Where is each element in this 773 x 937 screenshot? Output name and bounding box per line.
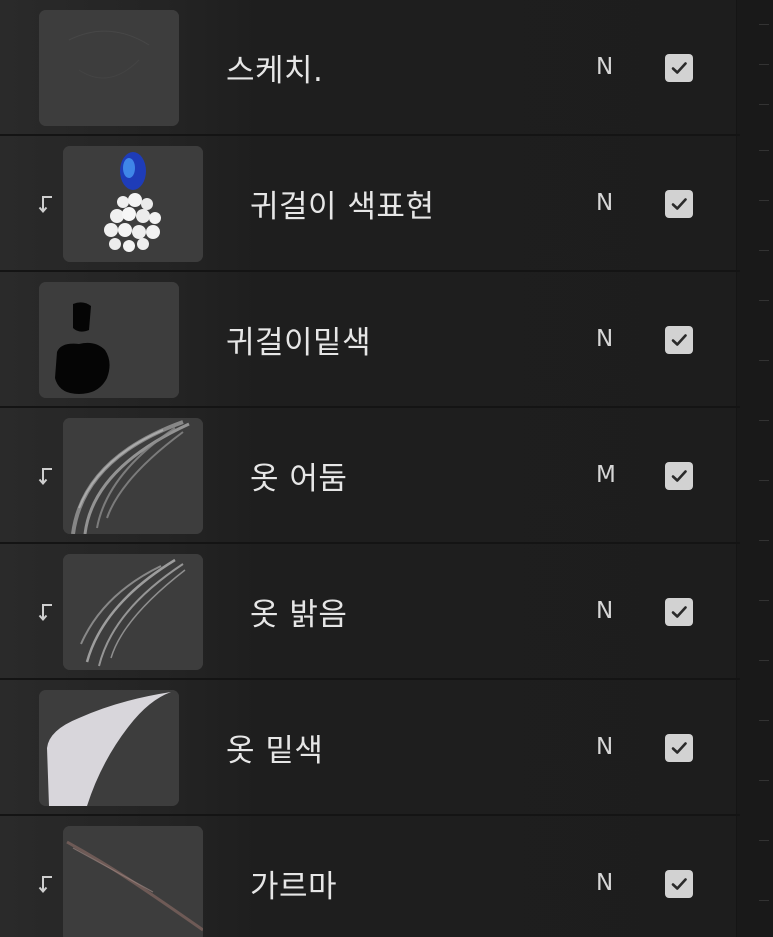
layer-thumbnail[interactable] [39, 690, 179, 806]
checkmark-icon [671, 878, 687, 890]
layer-thumbnail[interactable] [63, 418, 203, 534]
clipping-mask-icon [38, 466, 54, 486]
layer-thumbnail[interactable] [39, 10, 179, 126]
edge-tick [759, 150, 769, 151]
visibility-checkbox[interactable] [665, 462, 693, 490]
visibility-checkbox[interactable] [665, 598, 693, 626]
panel-scroll-edge[interactable] [736, 0, 773, 937]
checkmark-icon [671, 606, 687, 618]
blend-mode-button[interactable]: N [596, 190, 613, 216]
layer-name: 스케치. [226, 53, 324, 89]
visibility-checkbox[interactable] [665, 326, 693, 354]
edge-tick [759, 200, 769, 201]
layer-name: 가르마 [250, 869, 338, 905]
checkmark-icon [671, 470, 687, 482]
edge-tick [759, 104, 769, 105]
edge-tick [759, 600, 769, 601]
layer-name: 옷 밝음 [250, 597, 348, 633]
blend-mode-button[interactable]: N [596, 734, 613, 760]
layer-thumbnail[interactable] [63, 554, 203, 670]
layer-thumbnail[interactable] [63, 826, 203, 937]
edge-tick [759, 360, 769, 361]
edge-tick [759, 300, 769, 301]
visibility-checkbox[interactable] [665, 870, 693, 898]
layer-thumbnail[interactable] [63, 146, 203, 262]
layer-name: 옷 어둠 [250, 461, 348, 497]
visibility-checkbox[interactable] [665, 54, 693, 82]
layer-row[interactable]: 귀걸이 색표현 N [0, 136, 740, 272]
clipping-mask-icon [38, 874, 54, 894]
blend-mode-button[interactable]: N [596, 54, 613, 80]
clipping-mask-icon [38, 194, 54, 214]
edge-tick [759, 840, 769, 841]
layer-row[interactable]: 귀걸이밑색 N [0, 272, 740, 408]
blend-mode-button[interactable]: N [596, 598, 613, 624]
edge-tick [759, 24, 769, 25]
edge-tick [759, 64, 769, 65]
edge-tick [759, 540, 769, 541]
layer-thumbnail[interactable] [39, 282, 179, 398]
edge-tick [759, 660, 769, 661]
layer-name: 옷 밑색 [226, 733, 324, 769]
visibility-checkbox[interactable] [665, 190, 693, 218]
layer-row[interactable]: 스케치. N [0, 0, 740, 136]
blend-mode-button[interactable]: M [596, 462, 616, 488]
blend-mode-button[interactable]: N [596, 870, 613, 896]
layer-row[interactable]: 가르마 N [0, 816, 740, 937]
clipping-mask-icon [38, 602, 54, 622]
layer-name: 귀걸이 색표현 [250, 189, 435, 225]
edge-tick [759, 900, 769, 901]
checkmark-icon [671, 198, 687, 210]
edge-tick [759, 480, 769, 481]
blend-mode-button[interactable]: N [596, 326, 613, 352]
layer-row[interactable]: 옷 어둠 M [0, 408, 740, 544]
checkmark-icon [671, 334, 687, 346]
layer-name: 귀걸이밑색 [226, 325, 372, 361]
checkmark-icon [671, 742, 687, 754]
edge-tick [759, 720, 769, 721]
edge-tick [759, 420, 769, 421]
visibility-checkbox[interactable] [665, 734, 693, 762]
edge-tick [759, 250, 769, 251]
layer-row[interactable]: 옷 밑색 N [0, 680, 740, 816]
checkmark-icon [671, 62, 687, 74]
layers-panel: 스케치. N 귀걸이 색표현 N 귀걸이밑색 N 옷 어둠 M 옷 밝음 N 옷… [0, 0, 773, 937]
layer-row[interactable]: 옷 밝음 N [0, 544, 740, 680]
edge-tick [759, 780, 769, 781]
